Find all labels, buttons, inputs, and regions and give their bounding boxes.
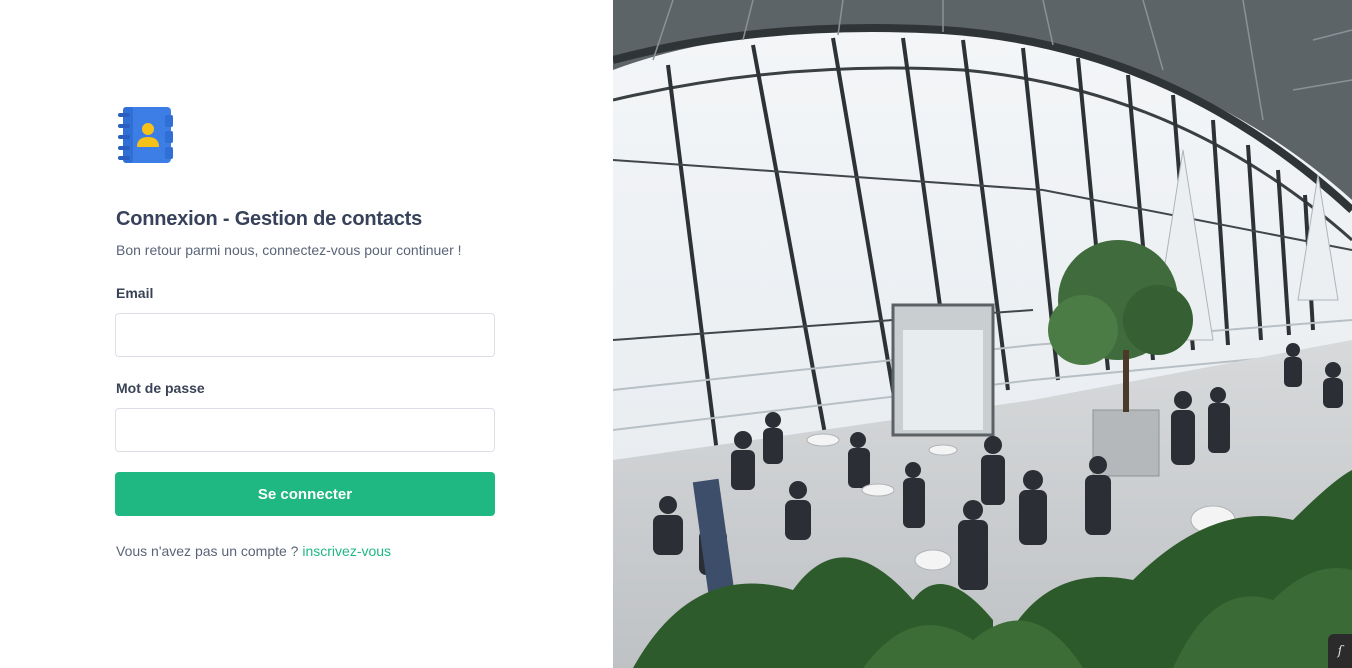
page-title: Connexion - Gestion de contacts	[116, 208, 423, 230]
signup-link[interactable]: inscrivez-vous	[302, 543, 391, 559]
email-field[interactable]	[115, 313, 495, 357]
login-panel: Connexion - Gestion de contacts Bon reto…	[0, 0, 613, 668]
signup-prompt: Vous n'avez pas un compte ? inscrivez-vo…	[116, 543, 391, 559]
password-field[interactable]	[115, 408, 495, 452]
symfony-icon[interactable]: ſ	[1328, 634, 1352, 668]
hero-image: ſ	[613, 0, 1352, 668]
password-label: Mot de passe	[116, 380, 205, 396]
email-label: Email	[116, 285, 154, 301]
page-subtitle: Bon retour parmi nous, connectez-vous po…	[116, 242, 462, 258]
login-button[interactable]: Se connecter	[115, 472, 495, 516]
contact-book-icon	[117, 105, 175, 165]
signup-prompt-text: Vous n'avez pas un compte ?	[116, 543, 299, 559]
